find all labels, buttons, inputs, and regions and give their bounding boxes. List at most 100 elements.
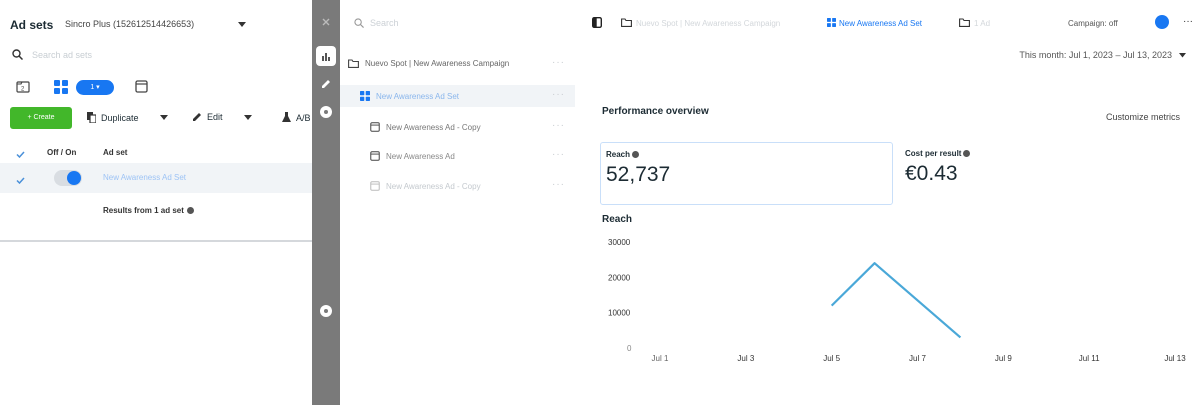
panel-title: Ad sets bbox=[10, 18, 54, 32]
duplicate-caret-icon[interactable] bbox=[160, 115, 168, 121]
sidebar-toggle-icon[interactable] bbox=[592, 17, 602, 28]
adset-name-link[interactable]: New Awareness Ad Set bbox=[103, 173, 186, 182]
series-line bbox=[830, 262, 962, 339]
ab-test-button[interactable]: A/B bbox=[282, 112, 311, 123]
selection-pill[interactable]: 1 ▾ bbox=[76, 80, 114, 95]
more-icon[interactable]: ··· bbox=[552, 57, 565, 68]
x-tick-label: Jul 11 bbox=[1079, 354, 1100, 363]
metric-label-text: Cost per result bbox=[905, 149, 962, 158]
duplicate-button[interactable]: Duplicate bbox=[87, 112, 139, 123]
tree-item-ad[interactable]: New Awareness Ad - Copy bbox=[370, 122, 481, 132]
metric-value: €0.43 bbox=[905, 162, 958, 185]
metric-label-text: Reach bbox=[606, 150, 631, 159]
bar-chart-icon bbox=[322, 53, 330, 61]
ad-icon bbox=[370, 122, 380, 132]
create-button[interactable]: + Create bbox=[10, 107, 72, 129]
performance-panel: Nuevo Spot | New Awareness Campaign New … bbox=[575, 0, 1204, 405]
adset-view-icon[interactable] bbox=[54, 80, 68, 94]
tree-search-input[interactable]: Search bbox=[370, 18, 399, 28]
info-icon[interactable] bbox=[963, 150, 971, 157]
search-input[interactable]: Search ad sets bbox=[32, 50, 92, 60]
edit-label: Edit bbox=[207, 112, 223, 122]
on-off-toggle[interactable] bbox=[54, 170, 82, 186]
account-selector[interactable]: Sincro Plus (152612514426653) bbox=[65, 19, 194, 29]
ab-test-label: A/B bbox=[296, 112, 311, 123]
tree-item-label: New Awareness Ad - Copy bbox=[386, 122, 481, 132]
caret-down-icon[interactable] bbox=[1179, 53, 1186, 58]
side-rail bbox=[312, 0, 340, 405]
more-icon[interactable]: ··· bbox=[552, 179, 565, 190]
column-off-on[interactable]: Off / On bbox=[47, 148, 76, 157]
folder-icon bbox=[621, 18, 632, 27]
section-title: Performance overview bbox=[602, 106, 709, 117]
edit-tab[interactable] bbox=[316, 74, 336, 94]
tree-item-ad[interactable]: New Awareness Ad bbox=[370, 151, 455, 161]
dot-icon bbox=[320, 305, 332, 317]
x-tick-label: Jul 13 bbox=[1164, 354, 1186, 363]
tree-item-campaign[interactable]: Nuevo Spot | New Awareness Campaign bbox=[348, 59, 509, 68]
breadcrumb-ad[interactable]: 1 Ad bbox=[974, 19, 990, 28]
customize-metrics-link[interactable]: Customize metrics bbox=[1106, 112, 1180, 122]
y-tick-label: 10000 bbox=[608, 309, 631, 318]
tree-item-adset[interactable]: New Awareness Ad Set bbox=[360, 91, 459, 101]
edit-button[interactable]: Edit bbox=[192, 112, 223, 122]
info-icon[interactable] bbox=[632, 151, 640, 158]
row-checkbox[interactable] bbox=[16, 177, 25, 184]
metric-value: 52,737 bbox=[606, 163, 671, 186]
caret-down-icon[interactable] bbox=[238, 22, 246, 28]
metric-label: Cost per result bbox=[905, 149, 971, 158]
folder-icon bbox=[348, 59, 359, 68]
y-tick-label: 30000 bbox=[608, 238, 631, 247]
breadcrumb-adset[interactable]: New Awareness Ad Set bbox=[839, 19, 922, 28]
ad-view-icon[interactable] bbox=[135, 80, 148, 93]
tree-item-label: New Awareness Ad - Copy bbox=[386, 181, 481, 191]
folder-view-icon[interactable]: 2 bbox=[16, 80, 30, 93]
adsets-panel: Ad sets Sincro Plus (152612514426653) Se… bbox=[0, 0, 312, 405]
tree-item-label: Nuevo Spot | New Awareness Campaign bbox=[365, 59, 510, 68]
y-tick-label: 0 bbox=[627, 344, 632, 353]
select-all-checkbox[interactable] bbox=[16, 151, 25, 158]
charts-tab[interactable] bbox=[316, 46, 336, 66]
close-button[interactable] bbox=[316, 12, 336, 32]
results-summary-text: Results from 1 ad set bbox=[103, 206, 184, 215]
close-icon bbox=[322, 18, 330, 26]
avatar[interactable] bbox=[1155, 15, 1169, 29]
metric-card-reach[interactable]: Reach 52,737 bbox=[600, 142, 893, 205]
info-icon[interactable] bbox=[186, 207, 194, 214]
results-summary: Results from 1 ad set bbox=[103, 206, 194, 215]
x-tick-label: Jul 9 bbox=[995, 354, 1012, 363]
search-icon bbox=[354, 18, 364, 28]
ad-icon bbox=[370, 181, 380, 191]
panel-divider bbox=[0, 240, 312, 242]
toggle-knob bbox=[67, 171, 81, 185]
more-icon[interactable]: ··· bbox=[552, 149, 565, 160]
metric-card-cost-per-result[interactable]: Cost per result €0.43 bbox=[904, 142, 1104, 205]
more-icon[interactable]: ··· bbox=[552, 89, 565, 100]
duplicate-label: Duplicate bbox=[101, 112, 139, 123]
pencil-icon bbox=[193, 113, 201, 121]
settings-tab[interactable] bbox=[316, 301, 336, 321]
campaign-tree-panel: Search Nuevo Spot | New Awareness Campai… bbox=[340, 0, 575, 405]
pencil-icon bbox=[322, 80, 330, 88]
tree-item-label: New Awareness Ad Set bbox=[376, 91, 460, 101]
tree-item-label: New Awareness Ad bbox=[386, 151, 455, 161]
folder-icon bbox=[959, 18, 970, 27]
flask-icon bbox=[282, 112, 291, 122]
more-options-icon[interactable]: ··· bbox=[1183, 16, 1193, 27]
history-tab[interactable] bbox=[316, 102, 336, 122]
duplicate-icon bbox=[87, 112, 96, 123]
clock-icon bbox=[320, 106, 332, 118]
adset-grid-icon bbox=[827, 18, 836, 27]
ad-icon bbox=[370, 151, 380, 161]
tree-item-ad[interactable]: New Awareness Ad - Copy bbox=[370, 181, 481, 191]
column-ad-set[interactable]: Ad set bbox=[103, 148, 127, 157]
x-tick-label: Jul 3 bbox=[737, 354, 754, 363]
date-range-selector[interactable]: This month: Jul 1, 2023 – Jul 13, 2023 bbox=[1019, 50, 1172, 60]
metric-label: Reach bbox=[606, 150, 640, 159]
x-tick-label: Jul 5 bbox=[823, 354, 840, 363]
x-tick-label: Jul 7 bbox=[909, 354, 926, 363]
campaign-toggle-label[interactable]: Campaign: off bbox=[1068, 19, 1118, 28]
more-icon[interactable]: ··· bbox=[552, 120, 565, 131]
edit-caret-icon[interactable] bbox=[244, 115, 252, 121]
breadcrumb-campaign[interactable]: Nuevo Spot | New Awareness Campaign bbox=[636, 19, 806, 28]
